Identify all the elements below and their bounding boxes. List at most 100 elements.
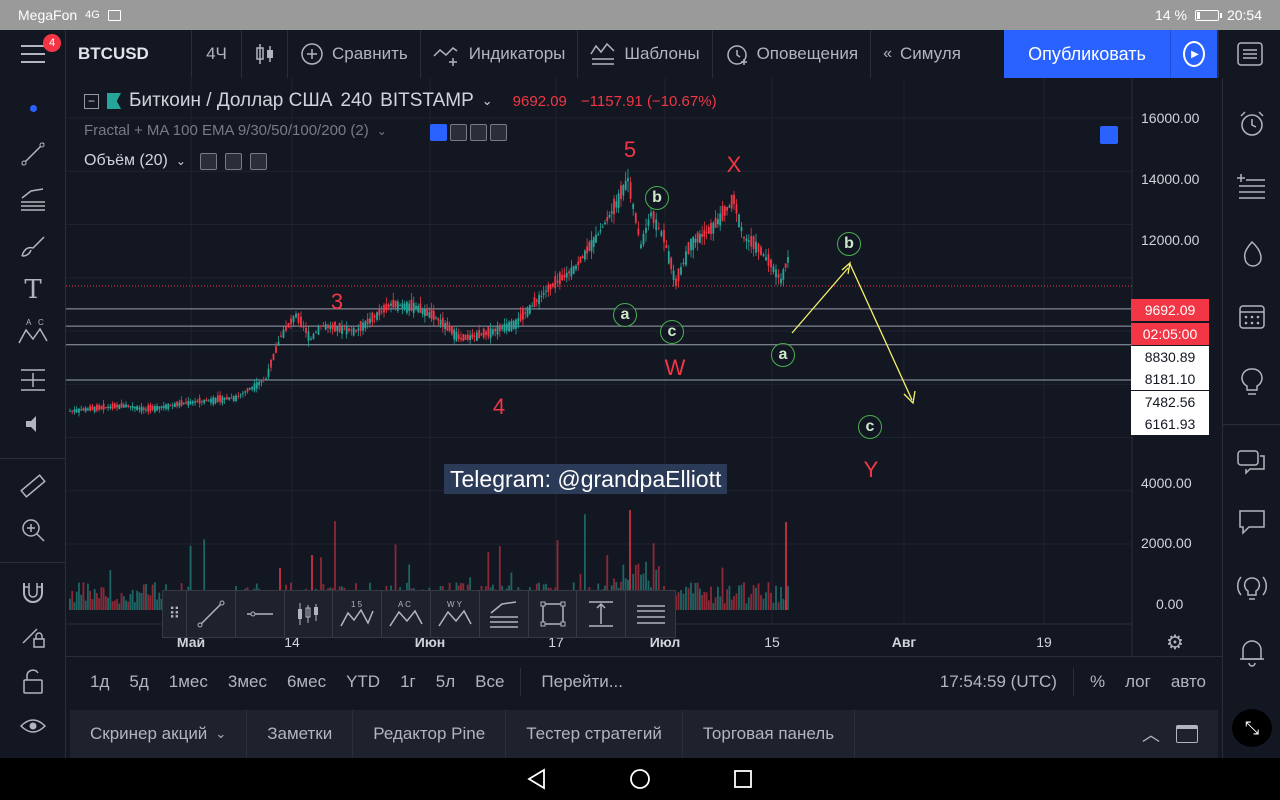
chevron-up-icon[interactable]: ︿: [1126, 721, 1176, 747]
private-chats-button[interactable]: [1223, 500, 1280, 544]
streams-button[interactable]: [1223, 566, 1280, 610]
close-icon[interactable]: [490, 124, 507, 141]
visibility-tool[interactable]: [0, 706, 66, 746]
alerts-panel-button[interactable]: [1223, 102, 1280, 146]
wave-label-y[interactable]: Y: [864, 457, 879, 483]
back-icon[interactable]: [526, 768, 548, 790]
zoom-tool[interactable]: [0, 510, 66, 550]
wave-label-w[interactable]: W: [665, 355, 686, 381]
fib-tool[interactable]: [0, 180, 66, 220]
collapse-toggle-icon[interactable]: −: [84, 93, 99, 109]
chart-settings-gear-icon[interactable]: ⚙: [1166, 630, 1184, 655]
chevron-down-icon[interactable]: ⌄: [377, 124, 387, 138]
range-all[interactable]: Все: [465, 672, 514, 692]
parallel-channel-button[interactable]: [626, 591, 675, 637]
elliott-double-combo-button[interactable]: W Y: [431, 591, 480, 637]
chart-pane[interactable]: − Биткоин / Доллар США 240 BITSTAMP ⌄ 96…: [66, 78, 1222, 656]
ruler-tool[interactable]: [0, 466, 66, 506]
alerts-button[interactable]: Оповещения: [713, 30, 872, 78]
long-position-button[interactable]: [285, 591, 334, 637]
public-chats-button[interactable]: [1223, 440, 1280, 484]
data-window-button[interactable]: [1223, 164, 1280, 208]
icons-tool[interactable]: [0, 404, 66, 444]
recents-icon[interactable]: [732, 768, 754, 790]
publish-button[interactable]: Опубликовать: [1004, 30, 1170, 78]
maximize-panel-icon[interactable]: [1176, 725, 1198, 743]
range-1y[interactable]: 1г: [390, 672, 426, 692]
interval-button[interactable]: 4Ч: [192, 30, 242, 78]
range-5d[interactable]: 5д: [119, 672, 158, 692]
rectangle-button[interactable]: [529, 591, 578, 637]
range-1d[interactable]: 1д: [80, 672, 119, 692]
maximize-pane-icon[interactable]: [1100, 126, 1118, 144]
indicators-button[interactable]: Индикаторы: [421, 30, 579, 78]
wave-circle-a[interactable]: a: [613, 303, 637, 327]
elliott-impulse-button[interactable]: 1 5: [333, 591, 383, 637]
chevron-down-icon[interactable]: ⌄: [482, 93, 493, 109]
fib-retracement-button[interactable]: [480, 591, 529, 637]
volume-legend[interactable]: Объём (20) ⌄: [84, 152, 267, 170]
trend-line-tool[interactable]: [0, 134, 66, 174]
hide-icon[interactable]: [430, 124, 447, 141]
chevron-down-icon[interactable]: ⌄: [176, 154, 186, 168]
wave-circle-c[interactable]: c: [660, 320, 684, 344]
notifications-button[interactable]: [1223, 630, 1280, 674]
hotlists-button[interactable]: [1223, 232, 1280, 276]
drag-handle[interactable]: ⠿: [163, 591, 187, 637]
price-range-button[interactable]: [577, 591, 627, 637]
telegram-watermark[interactable]: Telegram: @grandpaElliott: [444, 464, 728, 494]
wave-label-3[interactable]: 3: [331, 289, 343, 315]
hide-icon[interactable]: [199, 152, 217, 170]
magnet-tool[interactable]: [0, 572, 66, 612]
tab-stock-screener[interactable]: Скринер акций ⌄: [70, 710, 248, 758]
fullscreen-exit-button[interactable]: ⤡: [1223, 706, 1280, 750]
tab-strategy-tester[interactable]: Тестер стратегий: [506, 710, 683, 758]
calendar-button[interactable]: [1223, 294, 1280, 338]
tab-pine-editor[interactable]: Редактор Pine: [353, 710, 507, 758]
settings-icon[interactable]: [450, 124, 467, 141]
wave-circle-c[interactable]: c: [858, 415, 882, 439]
compare-button[interactable]: Сравнить: [288, 30, 421, 78]
auto-toggle[interactable]: авто: [1161, 672, 1222, 692]
home-icon[interactable]: [628, 767, 652, 791]
settings-icon[interactable]: [224, 152, 242, 170]
trend-line-button[interactable]: [187, 591, 236, 637]
patterns-tool[interactable]: AC: [0, 312, 66, 352]
range-5y[interactable]: 5л: [426, 672, 465, 692]
symbol-search-button[interactable]: BTCUSD: [66, 30, 192, 78]
tab-notes[interactable]: Заметки: [247, 710, 354, 758]
watchlist-button[interactable]: [1218, 30, 1280, 78]
cursor-dot-tool[interactable]: [0, 88, 66, 128]
source-code-icon[interactable]: [470, 124, 487, 141]
main-menu-button[interactable]: 4: [0, 30, 66, 78]
lock-drawings-tool[interactable]: [0, 616, 66, 656]
goto-date-button[interactable]: Перейти...: [527, 672, 633, 692]
wave-label-x[interactable]: X: [727, 152, 742, 178]
templates-button[interactable]: Шаблоны: [578, 30, 713, 78]
range-ytd[interactable]: YTD: [336, 672, 390, 692]
horizontal-ray-button[interactable]: [236, 591, 285, 637]
elliott-correction-button[interactable]: A C: [382, 591, 431, 637]
text-tool[interactable]: T: [0, 270, 66, 310]
tab-trading-panel[interactable]: Торговая панель: [683, 710, 856, 758]
wave-circle-b[interactable]: b: [645, 186, 669, 210]
range-1m[interactable]: 1мес: [159, 672, 218, 692]
wave-label-4[interactable]: 4: [493, 394, 505, 420]
wave-circle-b[interactable]: b: [837, 232, 861, 256]
ideas-button[interactable]: [1223, 360, 1280, 404]
publish-video-button[interactable]: ▶: [1170, 30, 1218, 78]
close-icon[interactable]: [249, 152, 267, 170]
chart-type-button[interactable]: [242, 30, 288, 78]
brush-tool[interactable]: [0, 226, 66, 266]
replay-button[interactable]: « Симуля: [871, 30, 983, 78]
range-6m[interactable]: 6мес: [277, 672, 336, 692]
timezone-clock[interactable]: 17:54:59 (UTC): [930, 672, 1067, 692]
range-3m[interactable]: 3мес: [218, 672, 277, 692]
log-toggle[interactable]: лог: [1115, 672, 1161, 692]
wave-circle-a[interactable]: a: [771, 343, 795, 367]
lock-tool[interactable]: [0, 662, 66, 702]
measure-tool[interactable]: [0, 360, 66, 400]
wave-label-5[interactable]: 5: [624, 137, 636, 163]
indicator-legend[interactable]: Fractal + MA 100 EMA 9/30/50/100/200 (2)…: [84, 122, 387, 139]
percent-toggle[interactable]: %: [1080, 672, 1115, 692]
